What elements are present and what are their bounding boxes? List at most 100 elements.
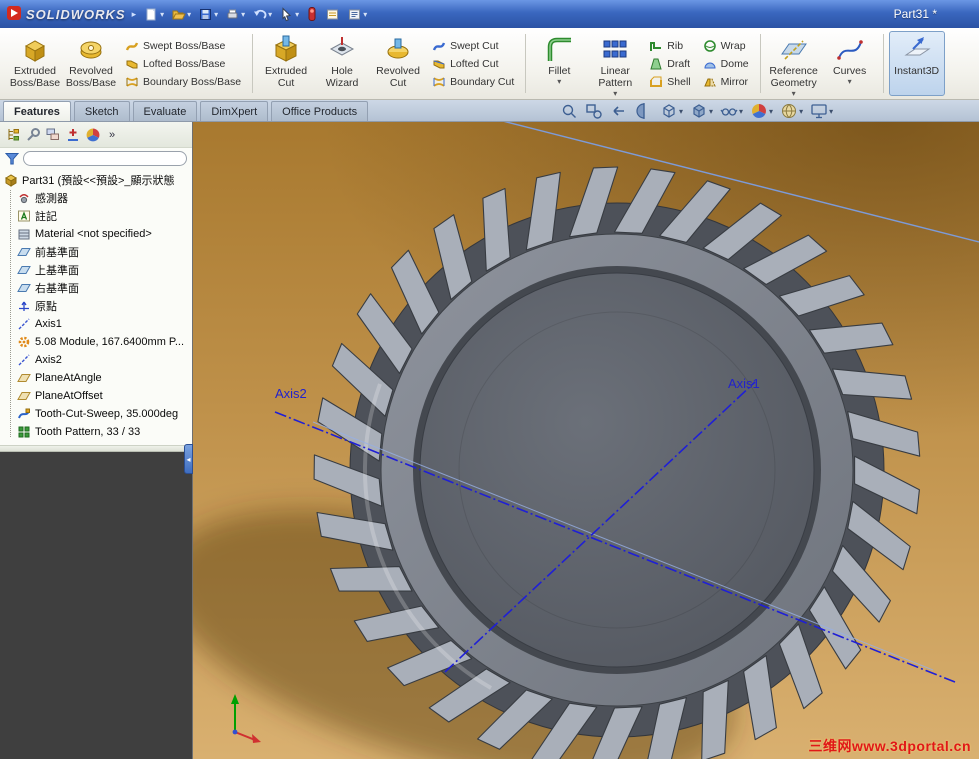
tab-office-products[interactable]: Office Products bbox=[271, 101, 369, 121]
wrap-button[interactable]: Wrap bbox=[699, 38, 753, 54]
tree-item-annotations[interactable]: 註記 bbox=[0, 207, 192, 225]
panel-collapse-handle[interactable]: ◂ bbox=[184, 444, 193, 474]
swept-cut-button[interactable]: Swept Cut bbox=[428, 38, 518, 54]
open-icon[interactable]: ▾ bbox=[169, 3, 193, 25]
manager-tab-bar: » bbox=[0, 122, 192, 148]
feature-manager-icon[interactable] bbox=[5, 127, 21, 143]
dimxpert-manager-icon[interactable] bbox=[65, 127, 81, 143]
axis1-label[interactable]: Axis1 bbox=[728, 376, 760, 391]
curves-button[interactable]: Curves ▾ bbox=[822, 31, 878, 96]
filter-funnel-icon[interactable] bbox=[5, 152, 19, 166]
swept-boss-icon bbox=[125, 39, 139, 53]
tab-features[interactable]: Features bbox=[3, 101, 71, 121]
dropdown-caret-icon[interactable]: ▾ bbox=[848, 77, 852, 86]
tree-item-plane-at-offset[interactable]: PlaneAtOffset bbox=[0, 387, 192, 405]
property-manager-icon[interactable] bbox=[25, 127, 41, 143]
extruded-cut-button[interactable]: Extruded Cut bbox=[258, 31, 314, 96]
dome-button[interactable]: Dome bbox=[699, 56, 753, 72]
select-icon[interactable]: ▾ bbox=[277, 3, 301, 25]
tab-dimxpert[interactable]: DimXpert bbox=[200, 101, 269, 121]
tree-item-axis2[interactable]: Axis2 bbox=[0, 351, 192, 369]
revolved-cut-button[interactable]: Revolved Cut bbox=[370, 31, 426, 96]
zoom-fit-icon[interactable] bbox=[560, 102, 578, 120]
rib-button[interactable]: Rib bbox=[645, 38, 694, 54]
lofted-cut-button[interactable]: Lofted Cut bbox=[428, 56, 518, 72]
hole-wizard-button[interactable]: Hole Wizard bbox=[314, 31, 370, 96]
tree-filter-row bbox=[0, 148, 192, 168]
sheet-icon[interactable] bbox=[323, 3, 342, 25]
zoom-area-icon[interactable] bbox=[585, 102, 603, 120]
tree-item-gear-equation[interactable]: 5.08 Module, 167.6400mm P... bbox=[0, 333, 192, 351]
pattern-icon bbox=[17, 425, 31, 439]
options-icon[interactable]: ▾ bbox=[345, 3, 369, 25]
view-orientation-icon[interactable]: ▾ bbox=[660, 102, 683, 120]
panel-splitter[interactable] bbox=[0, 445, 192, 452]
configuration-manager-icon[interactable] bbox=[45, 127, 61, 143]
boundary-boss-button[interactable]: Boundary Boss/Base bbox=[121, 74, 245, 90]
display-manager-icon[interactable] bbox=[85, 127, 101, 143]
tree-item-plane-at-angle[interactable]: PlaneAtAngle bbox=[0, 369, 192, 387]
gear-model[interactable] bbox=[193, 122, 979, 759]
print-icon[interactable]: ▾ bbox=[223, 3, 247, 25]
feature-tree: Part31 (預設<<預設>_顯示狀態 感測器 註記 Material <no… bbox=[0, 168, 192, 445]
features-group: Fillet ▾ Linear Pattern ▾ Rib Draft Shel… bbox=[528, 30, 757, 97]
edit-appearance-icon[interactable]: ▾ bbox=[750, 102, 773, 120]
section-view-icon[interactable] bbox=[635, 102, 653, 120]
fillet-button[interactable]: Fillet ▾ bbox=[531, 31, 587, 96]
extruded-boss-button[interactable]: Extruded Boss/Base bbox=[7, 31, 63, 96]
main-content: » Part31 (預設<<預設>_顯示狀態 感測器 註記 Material <… bbox=[0, 122, 979, 759]
tree-item-sensors[interactable]: 感測器 bbox=[0, 189, 192, 207]
menu-expander-icon[interactable]: ▸ bbox=[132, 9, 137, 20]
axis-icon bbox=[17, 353, 31, 367]
view-settings-icon[interactable]: ▾ bbox=[810, 102, 833, 120]
hide-show-icon[interactable]: ▾ bbox=[720, 102, 743, 120]
draft-button[interactable]: Draft bbox=[645, 56, 694, 72]
gear-face[interactable] bbox=[419, 272, 815, 668]
tree-item-material[interactable]: Material <not specified> bbox=[0, 225, 192, 243]
shell-button[interactable]: Shell bbox=[645, 74, 694, 90]
dropdown-caret-icon[interactable]: ▾ bbox=[557, 77, 561, 86]
tree-item-part[interactable]: Part31 (預設<<預設>_顯示狀態 bbox=[0, 171, 192, 189]
instant3d-button[interactable]: Instant3D bbox=[888, 31, 945, 96]
revolved-boss-button[interactable]: Revolved Boss/Base bbox=[63, 31, 119, 96]
part-icon bbox=[4, 173, 18, 187]
save-icon[interactable]: ▾ bbox=[196, 3, 220, 25]
reference-geometry-button[interactable]: Reference Geometry ▾ bbox=[766, 31, 822, 98]
curves-icon bbox=[835, 34, 865, 64]
draft-icon bbox=[649, 57, 663, 71]
boundary-cut-button[interactable]: Boundary Cut bbox=[428, 74, 518, 90]
dropdown-caret-icon[interactable]: ▾ bbox=[792, 89, 796, 98]
boundary-boss-icon bbox=[125, 75, 139, 89]
previous-view-icon[interactable] bbox=[610, 102, 628, 120]
tree-item-front-plane[interactable]: 前基準面 bbox=[0, 243, 192, 261]
origin-icon bbox=[17, 299, 31, 313]
tree-item-top-plane[interactable]: 上基準面 bbox=[0, 261, 192, 279]
swept-boss-button[interactable]: Swept Boss/Base bbox=[121, 38, 245, 54]
tab-sketch[interactable]: Sketch bbox=[73, 101, 130, 121]
linear-pattern-button[interactable]: Linear Pattern ▾ bbox=[587, 31, 643, 98]
axis2-label[interactable]: Axis2 bbox=[275, 386, 307, 401]
tree-filter-input[interactable] bbox=[23, 151, 187, 166]
tree-item-right-plane[interactable]: 右基準面 bbox=[0, 279, 192, 297]
tab-evaluate[interactable]: Evaluate bbox=[132, 101, 198, 121]
mirror-button[interactable]: Mirror bbox=[699, 74, 753, 90]
display-style-icon[interactable]: ▾ bbox=[690, 102, 713, 120]
command-tab-row: Features Sketch Evaluate DimXpert Office… bbox=[0, 100, 979, 122]
tree-item-tooth-cut-sweep[interactable]: Tooth-Cut-Sweep, 35.000deg bbox=[0, 405, 192, 423]
new-document-icon[interactable]: ▾ bbox=[142, 3, 166, 25]
lofted-boss-button[interactable]: Lofted Boss/Base bbox=[121, 56, 245, 72]
dropdown-caret-icon[interactable]: ▾ bbox=[613, 89, 617, 98]
boundary-cut-icon bbox=[432, 75, 446, 89]
tree-item-axis1[interactable]: Axis1 bbox=[0, 315, 192, 333]
panel-lower-pane bbox=[0, 452, 192, 759]
graphics-viewport[interactable]: Axis2 Axis1 三维网www.3dportal.cn bbox=[193, 122, 979, 759]
apply-scene-icon[interactable]: ▾ bbox=[780, 102, 803, 120]
tree-item-tooth-pattern[interactable]: Tooth Pattern, 33 / 33 bbox=[0, 423, 192, 441]
plane-icon bbox=[17, 245, 31, 259]
rebuild-icon[interactable] bbox=[304, 3, 320, 25]
tree-item-origin[interactable]: 原點 bbox=[0, 297, 192, 315]
solidworks-window: SOLIDWORKS ▸ ▾ ▾ ▾ ▾ ▾ ▾ ▾ Part31 * Extr… bbox=[0, 0, 979, 759]
overflow-chevron-icon[interactable]: » bbox=[109, 129, 115, 141]
undo-icon[interactable]: ▾ bbox=[250, 3, 274, 25]
boss-group: Extruded Boss/Base Revolved Boss/Base Sw… bbox=[4, 30, 250, 97]
